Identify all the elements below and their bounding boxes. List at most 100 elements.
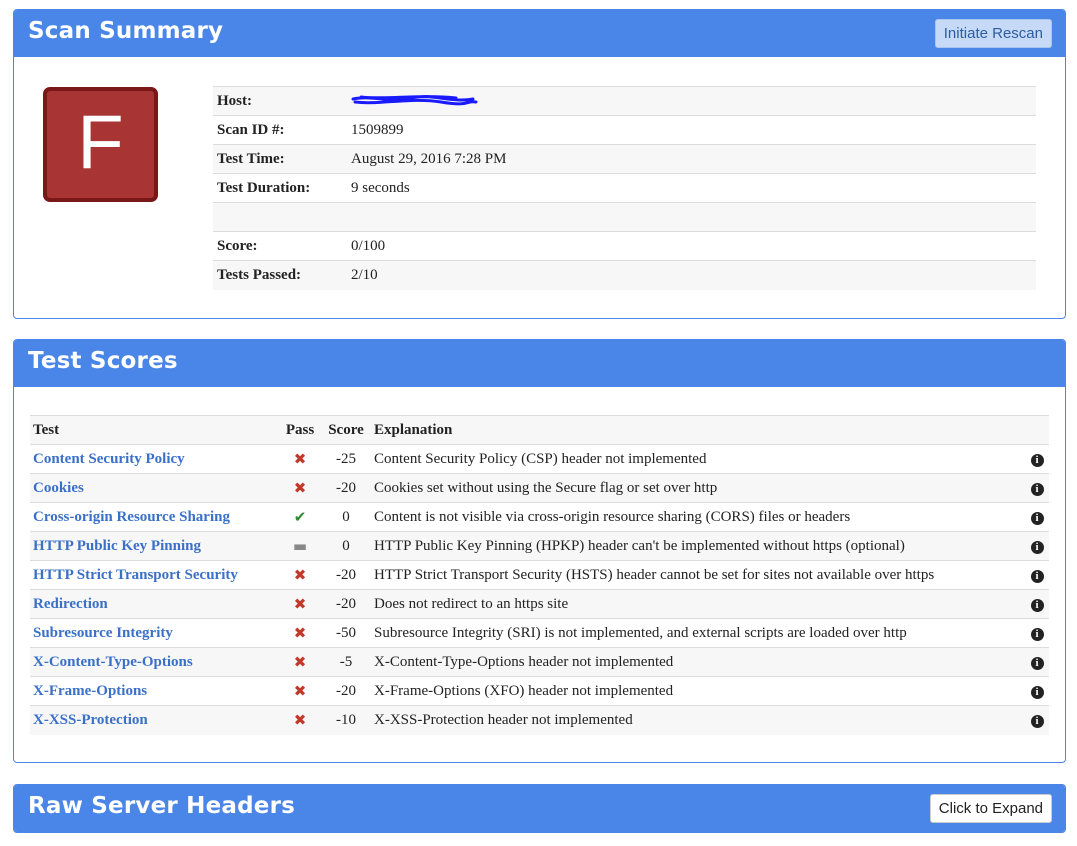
checkmark-icon: ✔ bbox=[293, 507, 307, 526]
pass-cell: ✖ bbox=[279, 676, 321, 706]
explanation-cell: HTTP Public Key Pinning (HPKP) header ca… bbox=[371, 531, 1025, 561]
info-icon[interactable]: i bbox=[1030, 482, 1044, 496]
score-cell: -25 bbox=[321, 444, 371, 474]
info-cell: i bbox=[1025, 676, 1049, 706]
score-cell: -20 bbox=[321, 589, 371, 619]
column-header-score: Score bbox=[321, 415, 371, 445]
score-cell: -20 bbox=[321, 473, 371, 503]
summary-row-score: Score: 0/100 bbox=[213, 231, 1036, 261]
redaction-scribble bbox=[351, 95, 478, 107]
test-link-cross-origin-resource-sharing[interactable]: Cross-origin Resource Sharing bbox=[33, 509, 230, 525]
info-icon[interactable]: i bbox=[1030, 540, 1044, 554]
dash-icon: ▬ bbox=[292, 536, 308, 555]
test-link-cookies[interactable]: Cookies bbox=[33, 480, 84, 496]
initiate-rescan-button[interactable]: Initiate Rescan bbox=[934, 19, 1052, 48]
test-link-content-security-policy[interactable]: Content Security Policy bbox=[33, 451, 185, 467]
info-icon[interactable]: i bbox=[1030, 656, 1044, 670]
info-icon[interactable]: i bbox=[1030, 627, 1044, 641]
test-link-x-content-type-options[interactable]: X-Content-Type-Options bbox=[33, 654, 193, 670]
scan-summary-header: Scan Summary Initiate Rescan bbox=[14, 10, 1065, 57]
explanation-cell: Content is not visible via cross-origin … bbox=[371, 502, 1025, 532]
explanation-cell: X-Content-Type-Options header not implem… bbox=[371, 647, 1025, 677]
explanation-cell: Content Security Policy (CSP) header not… bbox=[371, 444, 1025, 474]
grade-badge: F bbox=[43, 87, 158, 202]
test-scores-header: Test Scores bbox=[14, 340, 1065, 387]
column-header-pass: Pass bbox=[279, 415, 321, 445]
summary-row-host: Host: bbox=[213, 86, 1036, 116]
info-cell: i bbox=[1025, 560, 1049, 590]
score-cell: -20 bbox=[321, 676, 371, 706]
test-time-value: August 29, 2016 7:28 PM bbox=[347, 144, 1036, 174]
info-icon[interactable]: i bbox=[1030, 569, 1044, 583]
test-link-subresource-integrity[interactable]: Subresource Integrity bbox=[33, 625, 173, 641]
table-row: Content Security Policy ✖ -25 Content Secur… bbox=[30, 444, 1049, 474]
click-to-expand-button[interactable]: Click to Expand bbox=[929, 794, 1052, 823]
scan-summary-panel: Scan Summary Initiate Rescan F Host: Sca… bbox=[13, 9, 1066, 319]
summary-row-empty bbox=[213, 202, 1036, 232]
test-scores-body: Content Security Policy ✖ -25 Content Secur… bbox=[30, 444, 1049, 735]
cross-icon: ✖ bbox=[293, 594, 307, 613]
info-cell: i bbox=[1025, 647, 1049, 677]
info-cell: i bbox=[1025, 502, 1049, 532]
explanation-cell: Subresource Integrity (SRI) is not imple… bbox=[371, 618, 1025, 648]
table-header-row: Test Pass Score Explanation bbox=[30, 415, 1049, 445]
test-link-http-strict-transport-security[interactable]: HTTP Strict Transport Security bbox=[33, 567, 238, 583]
test-link-redirection[interactable]: Redirection bbox=[33, 596, 108, 612]
test-link-http-public-key-pinning[interactable]: HTTP Public Key Pinning bbox=[33, 538, 201, 554]
pass-cell: ✖ bbox=[279, 589, 321, 619]
cross-icon: ✖ bbox=[293, 565, 307, 584]
table-row: X-XSS-Protection ✖ -10 X-XSS-Protection hea… bbox=[30, 705, 1049, 735]
raw-server-headers-header: Raw Server Headers Click to Expand bbox=[14, 785, 1065, 832]
cross-icon: ✖ bbox=[293, 652, 307, 671]
pass-cell: ✖ bbox=[279, 705, 321, 735]
summary-label: Scan ID #: bbox=[213, 115, 347, 145]
info-icon[interactable]: i bbox=[1030, 598, 1044, 612]
raw-server-headers-title: Raw Server Headers bbox=[28, 793, 295, 819]
info-icon[interactable]: i bbox=[1030, 685, 1044, 699]
score-cell: -5 bbox=[321, 647, 371, 677]
summary-label: Host: bbox=[213, 86, 347, 116]
tests-passed-value: 2/10 bbox=[347, 260, 1036, 290]
test-name-cell: HTTP Public Key Pinning bbox=[30, 531, 279, 561]
test-link-x-frame-options[interactable]: X-Frame-Options bbox=[33, 683, 147, 699]
info-cell: i bbox=[1025, 473, 1049, 503]
table-row: HTTP Strict Transport Security ✖ -20 HTTP S… bbox=[30, 560, 1049, 590]
summary-row-scan-id: Scan ID #: 1509899 bbox=[213, 115, 1036, 145]
score-cell: 0 bbox=[321, 502, 371, 532]
info-cell: i bbox=[1025, 705, 1049, 735]
cross-icon: ✖ bbox=[293, 478, 307, 497]
host-value bbox=[347, 86, 1036, 116]
test-name-cell: Subresource Integrity bbox=[30, 618, 279, 648]
score-cell: -10 bbox=[321, 705, 371, 735]
info-icon[interactable]: i bbox=[1030, 453, 1044, 467]
test-link-x-xss-protection[interactable]: X-XSS-Protection bbox=[33, 712, 148, 728]
summary-table: Host: Scan ID #: 1509899 Test Time: Augu… bbox=[213, 86, 1036, 290]
explanation-cell: Cookies set without using the Secure fla… bbox=[371, 473, 1025, 503]
scan-summary-title: Scan Summary bbox=[28, 18, 224, 44]
test-duration-value: 9 seconds bbox=[347, 173, 1036, 203]
pass-cell: ✖ bbox=[279, 560, 321, 590]
summary-label bbox=[213, 202, 347, 232]
pass-cell: ✖ bbox=[279, 618, 321, 648]
explanation-cell: Does not redirect to an https site bbox=[371, 589, 1025, 619]
summary-label: Test Time: bbox=[213, 144, 347, 174]
table-row: Cookies ✖ -20 Cookies set without using the… bbox=[30, 473, 1049, 503]
cross-icon: ✖ bbox=[293, 449, 307, 468]
summary-row-test-duration: Test Duration: 9 seconds bbox=[213, 173, 1036, 203]
info-icon[interactable]: i bbox=[1030, 511, 1044, 525]
test-name-cell: Redirection bbox=[30, 589, 279, 619]
test-name-cell: Cross-origin Resource Sharing bbox=[30, 502, 279, 532]
test-scores-title: Test Scores bbox=[28, 348, 178, 374]
cross-icon: ✖ bbox=[293, 681, 307, 700]
score-cell: -50 bbox=[321, 618, 371, 648]
summary-label: Tests Passed: bbox=[213, 260, 347, 290]
pass-cell: ✖ bbox=[279, 473, 321, 503]
explanation-cell: X-XSS-Protection header not implemented bbox=[371, 705, 1025, 735]
pass-cell: ▬ bbox=[279, 531, 321, 561]
summary-label: Test Duration: bbox=[213, 173, 347, 203]
info-cell: i bbox=[1025, 444, 1049, 474]
explanation-cell: X-Frame-Options (XFO) header not impleme… bbox=[371, 676, 1025, 706]
cross-icon: ✖ bbox=[293, 623, 307, 642]
info-icon[interactable]: i bbox=[1030, 714, 1044, 728]
table-row: X-Frame-Options ✖ -20 X-Frame-Options (XFO)… bbox=[30, 676, 1049, 706]
